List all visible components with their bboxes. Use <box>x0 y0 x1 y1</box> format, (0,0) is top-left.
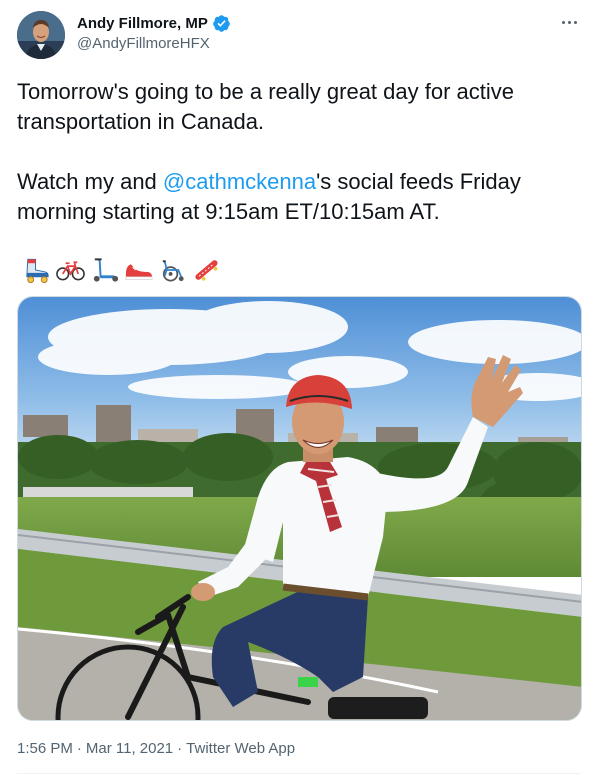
tweet-meta: 1:56 PM · Mar 11, 2021 · Twitter Web App <box>17 740 295 757</box>
meta-separator: · <box>177 740 183 757</box>
avatar[interactable] <box>17 11 65 59</box>
name-row: Andy Fillmore, MP <box>77 13 231 33</box>
roller-skate-icon <box>26 258 49 284</box>
tweet-text: Tomorrow's going to be a really great da… <box>17 77 577 227</box>
tweet-time[interactable]: 1:56 PM <box>17 740 73 757</box>
kick-scooter-icon <box>93 258 119 282</box>
tweet-photo[interactable] <box>17 296 582 721</box>
divider <box>17 773 581 774</box>
tweet-date[interactable]: Mar 11, 2021 <box>86 740 173 757</box>
more-options-icon[interactable] <box>557 12 581 32</box>
meta-separator: · <box>76 740 82 757</box>
display-name[interactable]: Andy Fillmore, MP <box>77 15 208 32</box>
manual-wheelchair-icon <box>162 260 184 282</box>
tweet-source[interactable]: Twitter Web App <box>186 740 295 757</box>
tweet-paragraph-2: Watch my and @cathmckenna's social feeds… <box>17 169 521 224</box>
emoji-row <box>21 255 222 285</box>
author-block: Andy Fillmore, MP @AndyFillmoreHFX <box>77 13 231 52</box>
tweet-paragraph-1: Tomorrow's going to be a really great da… <box>17 79 514 134</box>
tweet-card: Andy Fillmore, MP @AndyFillmoreHFX Tomor… <box>0 0 598 776</box>
verified-badge-icon <box>213 14 230 32</box>
author-handle[interactable]: @AndyFillmoreHFX <box>77 35 231 52</box>
running-shoe-icon <box>125 264 153 280</box>
bicycle-icon <box>56 261 85 281</box>
mention-link[interactable]: @cathmckenna <box>163 169 316 194</box>
skateboard-icon <box>195 260 218 281</box>
